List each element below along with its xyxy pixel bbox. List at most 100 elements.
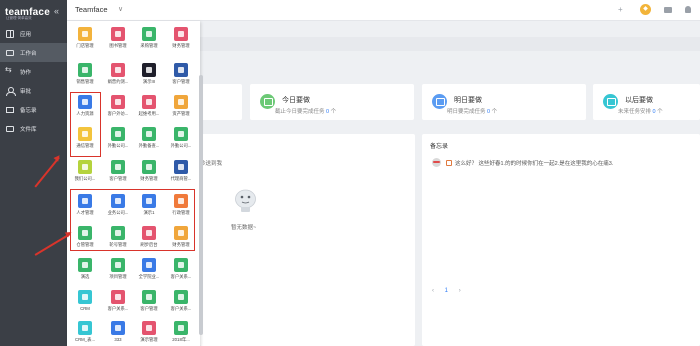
app-icon <box>78 321 92 335</box>
app-icon <box>111 127 125 141</box>
app-tile[interactable]: 我们公司... <box>71 160 99 190</box>
app-icon <box>174 258 188 272</box>
app-tile[interactable]: 起维考用... <box>135 95 163 125</box>
app-tile[interactable]: 代理商管... <box>167 160 195 190</box>
app-tile[interactable]: 门店管理 <box>71 27 99 57</box>
pagination: ‹ 1 › <box>432 288 461 294</box>
app-label: 外勤公司... <box>107 143 129 148</box>
share-icon <box>5 65 14 76</box>
card-subtitle: 截止今日要完成任务 0 个 <box>275 109 337 115</box>
app-tile[interactable]: 333 <box>104 321 132 346</box>
edit-icon <box>446 159 452 166</box>
panel-title: 备忘录 <box>430 144 449 150</box>
task-card-partial[interactable] <box>200 84 242 120</box>
app-tile[interactable]: 演示III <box>135 63 163 93</box>
app-tile[interactable]: 外勤公司... <box>167 127 195 157</box>
page-number[interactable]: 1 <box>445 288 448 294</box>
company-switcher[interactable]: Teamface <box>75 5 108 14</box>
app-label: 项目管理 <box>109 274 127 279</box>
app-label: 财务管理 <box>172 43 190 48</box>
memo-item[interactable]: 这么好？ 这些好春1.的的时候你们在一起2.是在这里我的心在痛3. <box>432 158 613 167</box>
app-label: 娟普约测... <box>107 79 129 84</box>
sidebar-item-apps[interactable]: 应用 <box>0 24 67 43</box>
card-title: 以后要做 <box>625 97 653 104</box>
app-tile[interactable]: 图书管理 <box>104 27 132 57</box>
app-icon <box>142 63 156 77</box>
app-tile[interactable]: 外勤公司... <box>104 127 132 157</box>
monitor-icon <box>6 49 14 56</box>
app-label: 演选 <box>80 274 90 279</box>
chevron-down-icon[interactable]: ∨ <box>118 5 123 13</box>
app-label: 门店管理 <box>76 43 94 48</box>
app-icon <box>174 63 188 77</box>
app-label: 外勤备查... <box>138 143 160 148</box>
tag-icon[interactable]: ◆ <box>640 4 651 15</box>
app-tile[interactable]: CRM <box>71 290 99 320</box>
app-tile[interactable]: 外勤备查... <box>135 127 163 157</box>
task-card-today[interactable]: 今日要做 截止今日要完成任务 0 个 <box>250 84 414 120</box>
app-icon <box>78 290 92 304</box>
app-tile[interactable]: 客户管理 <box>135 290 163 320</box>
bell-icon[interactable] <box>685 6 691 13</box>
app-label: 起维考用... <box>138 111 160 116</box>
app-tile[interactable]: 客户外访... <box>104 95 132 125</box>
app-label: 销售管理 <box>76 79 94 84</box>
app-tile[interactable]: 2018年... <box>167 321 195 346</box>
app-tile[interactable]: 娟普约测... <box>104 63 132 93</box>
calendar-icon <box>432 94 447 109</box>
user-icon <box>6 86 16 96</box>
prev-page-button[interactable]: ‹ <box>432 288 434 294</box>
collapse-sidebar-icon[interactable]: « <box>54 6 59 16</box>
task-card-later[interactable]: 以后要做 未来任务安排 0 个 <box>593 84 700 120</box>
task-panel: 秒送到我 暂无数据~ <box>200 134 415 346</box>
app-tile[interactable]: 财务管理 <box>167 27 195 57</box>
calendar-icon <box>260 94 275 109</box>
app-tile[interactable]: 客户关系... <box>167 290 195 320</box>
sidebar-item-files[interactable]: 文件库 <box>0 119 67 138</box>
envelope-icon[interactable] <box>664 7 672 13</box>
app-tile[interactable]: 财务管理 <box>135 160 163 190</box>
task-card-tomorrow[interactable]: 明日要做 明日要完成任务 0 个 <box>422 84 586 120</box>
app-tile[interactable]: 客户管理 <box>104 160 132 190</box>
app-tile[interactable]: 演示管理 <box>135 321 163 346</box>
app-icon <box>174 160 188 174</box>
sidebar-item-label: 工作台 <box>20 50 37 57</box>
next-page-button[interactable]: › <box>459 288 461 294</box>
app-label: CRM <box>80 306 90 311</box>
app-icon <box>111 258 125 272</box>
app-tile[interactable]: 客户关系... <box>167 258 195 288</box>
plus-icon[interactable]: + <box>618 5 623 14</box>
app-label: 客户关系... <box>170 306 192 311</box>
sidebar: teamface 让管理·简单高效 « 应用 工作台 协作 审批 备忘录 文件库 <box>0 0 67 346</box>
sidebar-item-collaboration[interactable]: 协作 <box>0 62 67 81</box>
card-subtitle: 未来任务安排 0 个 <box>618 109 663 115</box>
app-tile[interactable]: 客户管理 <box>167 63 195 93</box>
highlight-box <box>70 189 195 251</box>
menu-scrollbar[interactable] <box>199 75 203 335</box>
app-icon <box>174 95 188 109</box>
app-label: 客户外访... <box>107 111 129 116</box>
app-label: 图书管理 <box>109 43 127 48</box>
app-label: 客户关系... <box>170 274 192 279</box>
app-icon <box>142 127 156 141</box>
app-tile[interactable]: CRM_表... <box>71 321 99 346</box>
app-label: 演示III <box>142 79 156 84</box>
app-icon <box>78 258 92 272</box>
app-tile[interactable]: 采购管理 <box>135 27 163 57</box>
sidebar-item-memo[interactable]: 备忘录 <box>0 100 67 119</box>
app-icon <box>142 258 156 272</box>
app-label: 演示管理 <box>140 337 158 342</box>
app-icon <box>142 160 156 174</box>
app-tile[interactable]: 资产管理 <box>167 95 195 125</box>
app-tile[interactable]: 客户关系... <box>104 290 132 320</box>
app-label: 财务管理 <box>140 176 158 181</box>
app-tile[interactable]: 演选 <box>71 258 99 288</box>
sidebar-item-approval[interactable]: 审批 <box>0 81 67 100</box>
sidebar-item-label: 备忘录 <box>20 107 37 114</box>
sidebar-item-label: 应用 <box>20 31 32 38</box>
sidebar-item-workbench[interactable]: 工作台 <box>0 43 67 62</box>
app-tile[interactable]: 销售管理 <box>71 63 99 93</box>
app-label: 客户管理 <box>140 306 158 311</box>
app-tile[interactable]: 全学院业... <box>135 258 163 288</box>
app-tile[interactable]: 项目管理 <box>104 258 132 288</box>
